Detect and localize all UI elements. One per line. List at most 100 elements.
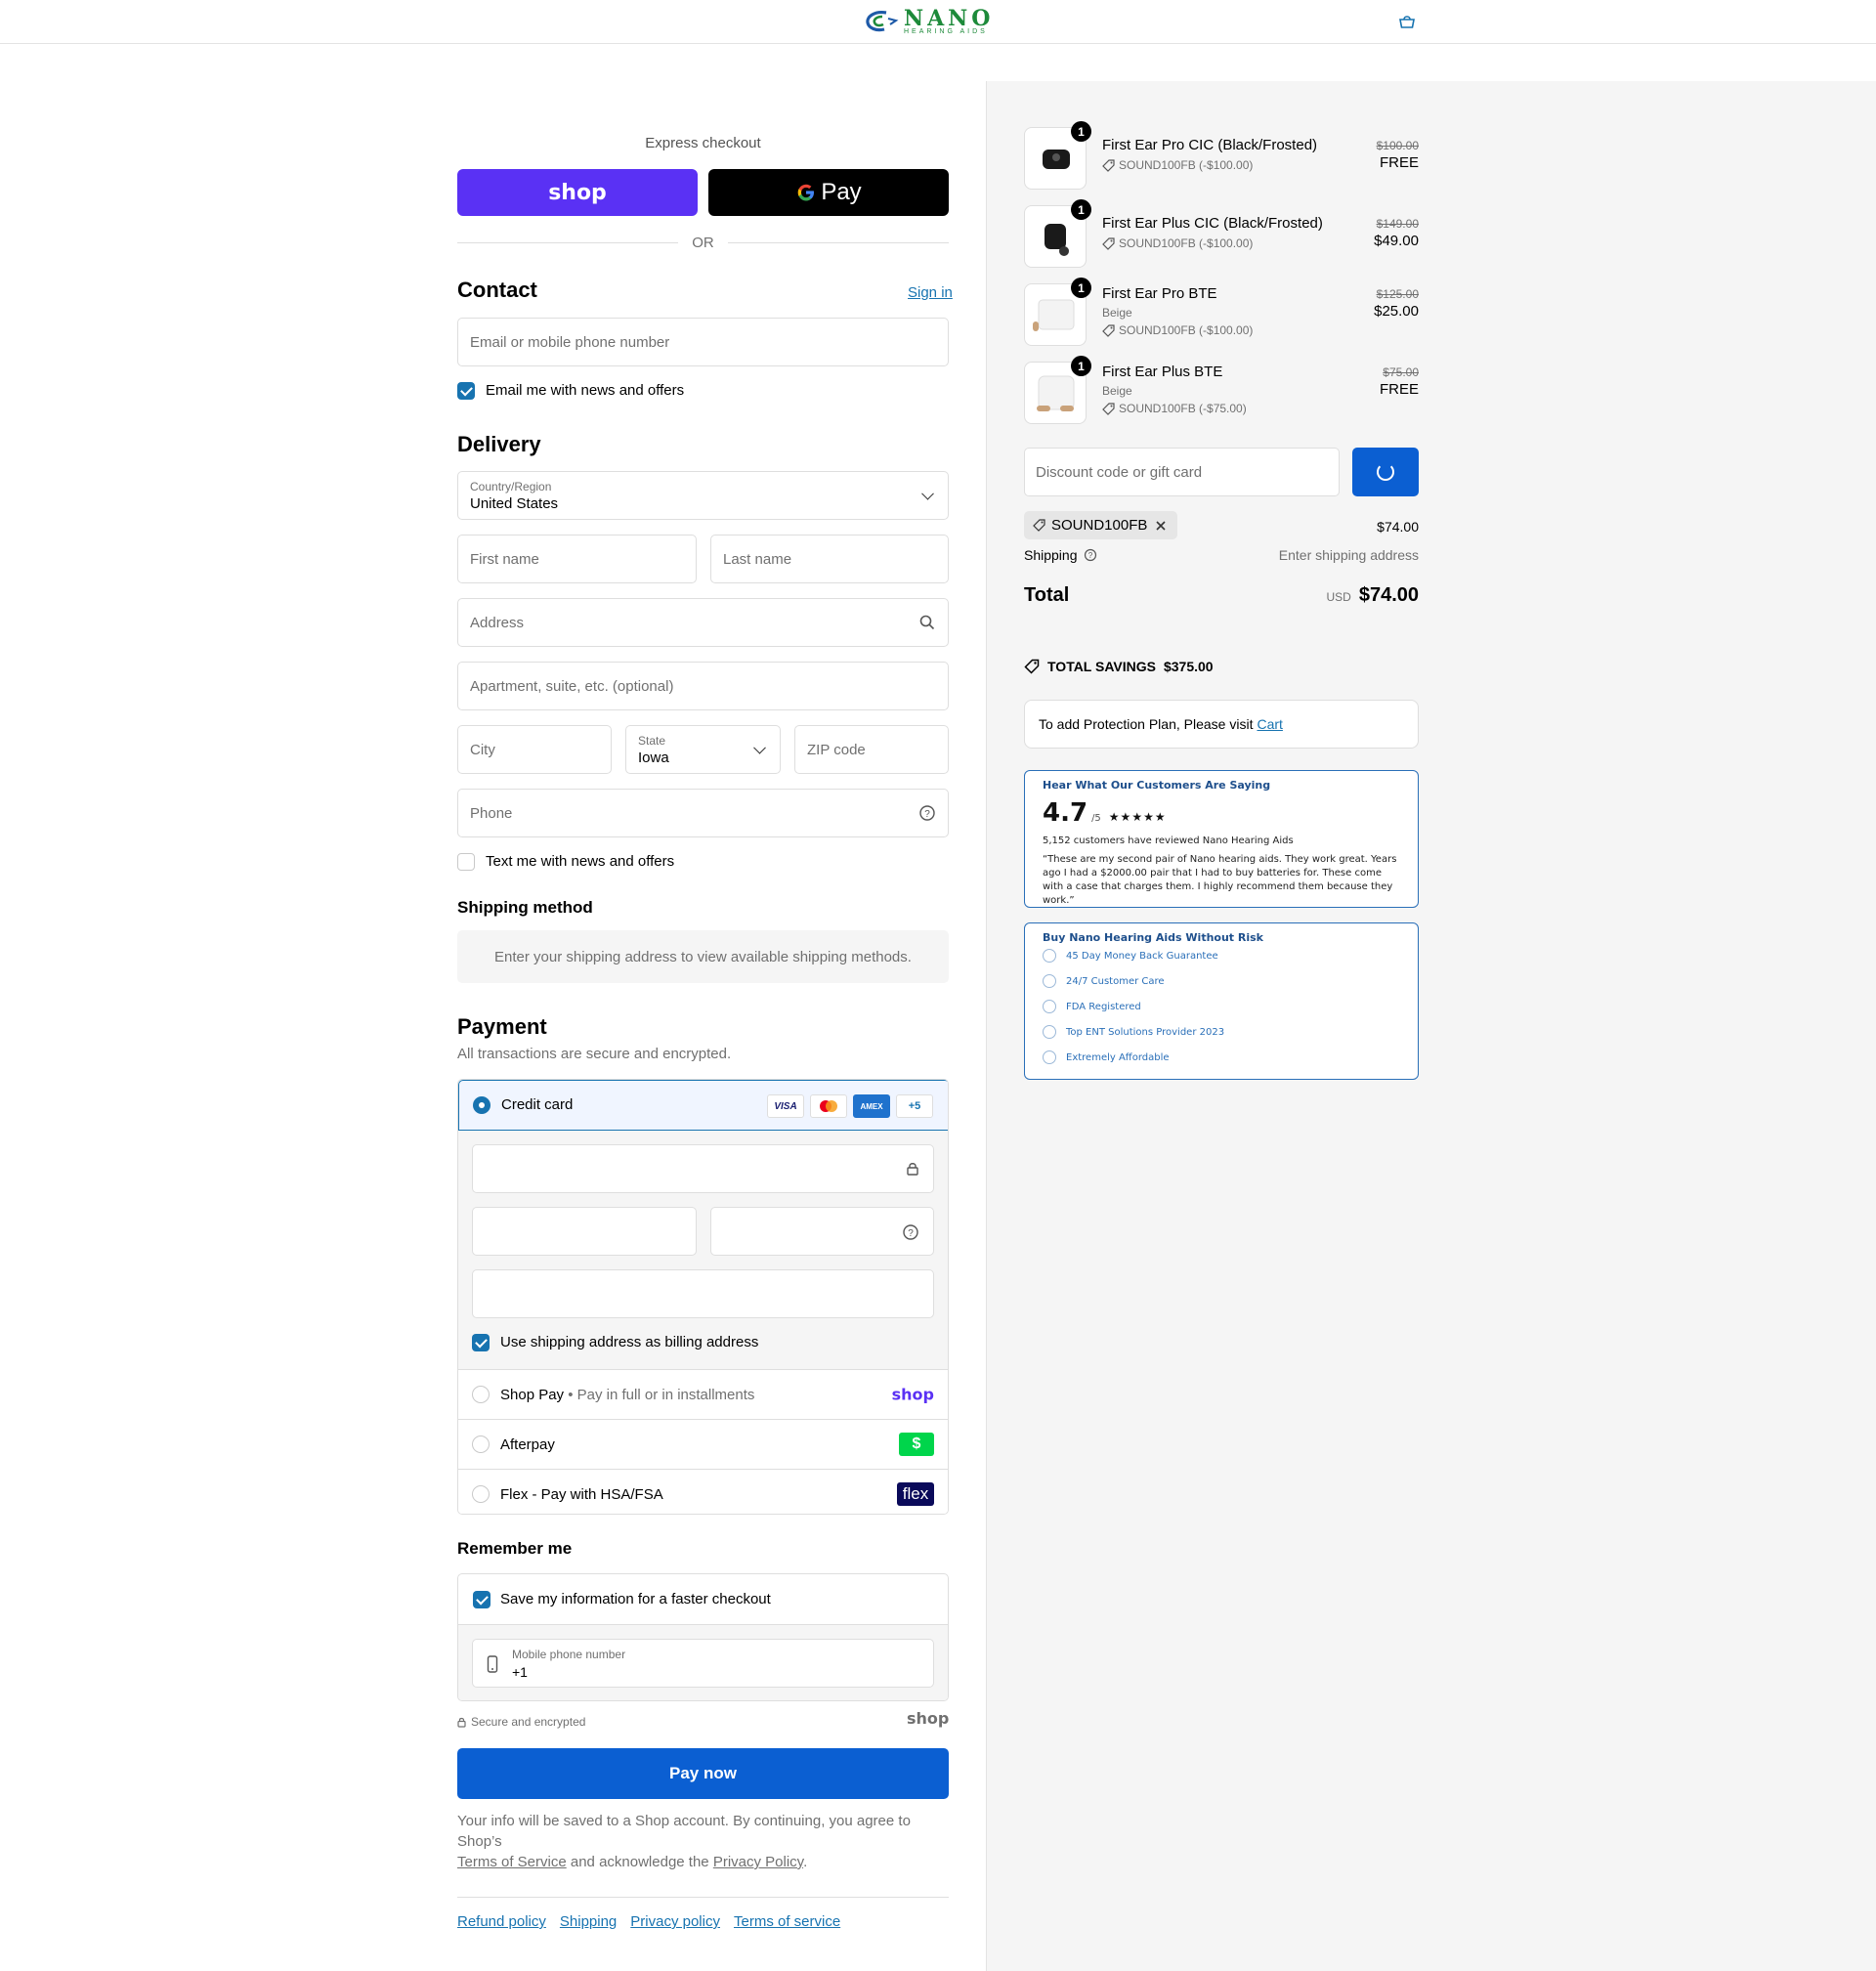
item-discount-text: SOUND100FB (-$75.00) (1119, 402, 1247, 415)
afterpay-option[interactable]: Afterpay $ (458, 1419, 948, 1469)
tag-icon (1024, 659, 1040, 674)
refund-policy-link[interactable]: Refund policy (457, 1913, 546, 1930)
risk-item: 24/7 Customer Care (1043, 974, 1165, 988)
address-field[interactable]: Address (457, 598, 949, 647)
credit-card-form: ? Use shipping address as billing addres… (458, 1131, 948, 1369)
help-circle-icon[interactable]: ? (902, 1223, 919, 1241)
google-pay-label: Pay (821, 179, 862, 205)
afterpay-radio[interactable] (472, 1435, 490, 1453)
risk-item: 45 Day Money Back Guarantee (1043, 949, 1218, 963)
billing-same-label: Use shipping address as billing address (500, 1334, 759, 1350)
zip-placeholder: ZIP code (807, 741, 866, 758)
cart-bag-icon[interactable] (1397, 13, 1417, 30)
security-code-field[interactable]: ? (710, 1207, 934, 1256)
sign-in-link[interactable]: Sign in (908, 284, 953, 301)
item-name: First Ear Pro CIC (Black/Frosted) (1102, 137, 1318, 153)
item-original-price: $149.00 (1376, 217, 1419, 231)
shop-pay-label: Shop Pay (500, 1386, 565, 1403)
risk-item-label: Top ENT Solutions Provider 2023 (1066, 1026, 1225, 1038)
more-cards-badge: +5 (896, 1094, 933, 1118)
cart-link[interactable]: Cart (1257, 716, 1282, 732)
money-back-icon (1043, 949, 1056, 963)
fda-badge-icon (1043, 1000, 1056, 1013)
flex-radio[interactable] (472, 1485, 490, 1503)
apartment-placeholder: Apartment, suite, etc. (optional) (470, 677, 674, 695)
shop-pay-button[interactable]: shop (457, 169, 698, 216)
tag-icon (1102, 236, 1115, 250)
terms-of-service-footer-link[interactable]: Terms of service (734, 1913, 840, 1930)
secure-text: Secure and encrypted (471, 1715, 586, 1729)
cash-app-logo: $ (899, 1433, 934, 1456)
apartment-field[interactable]: Apartment, suite, etc. (optional) (457, 662, 949, 710)
flex-option[interactable]: Flex - Pay with HSA/FSA flex (458, 1469, 948, 1514)
brand-logo[interactable]: NANO HEARING AIDS (863, 8, 994, 35)
shipping-label: Shipping (1024, 547, 1078, 563)
quantity-badge: 1 (1071, 356, 1091, 376)
credit-card-radio[interactable] (473, 1096, 490, 1114)
help-circle-icon[interactable]: ? (1084, 548, 1097, 562)
award-icon (1043, 1025, 1056, 1039)
expiry-field[interactable] (472, 1207, 697, 1256)
flex-label: Flex - Pay with HSA/FSA (500, 1485, 663, 1503)
savings-label: TOTAL SAVINGS (1047, 659, 1156, 674)
afterpay-label: Afterpay (500, 1435, 555, 1453)
card-brands: VISA AMEX +5 (767, 1094, 933, 1118)
payment-subtitle: All transactions are secure and encrypte… (457, 1046, 732, 1062)
discount-code-text: SOUND100FB (1051, 517, 1148, 534)
quantity-badge: 1 (1071, 278, 1091, 298)
search-icon (919, 615, 935, 630)
phone-placeholder: Phone (470, 804, 513, 822)
mobile-phone-field[interactable]: Mobile phone number +1 (472, 1639, 934, 1688)
item-discount: SOUND100FB (-$100.00) (1102, 236, 1253, 250)
review-count: 5,152 customers have reviewed Nano Heari… (1043, 836, 1294, 846)
save-info-checkbox[interactable] (473, 1591, 490, 1608)
last-name-field[interactable]: Last name (710, 535, 949, 583)
text-news-checkbox[interactable] (457, 853, 475, 871)
country-select[interactable]: Country/Region United States (457, 471, 949, 520)
secure-note: Secure and encrypted (457, 1715, 585, 1729)
google-pay-button[interactable]: Pay (708, 169, 949, 216)
protection-text: To add Protection Plan, Please visit (1039, 716, 1254, 732)
discount-placeholder: Discount code or gift card (1036, 463, 1203, 481)
email-field[interactable]: Email or mobile phone number (457, 318, 949, 366)
delivery-heading: Delivery (457, 432, 541, 456)
credit-card-option[interactable]: Credit card VISA AMEX +5 (458, 1080, 948, 1131)
country-value: United States (470, 494, 559, 512)
apply-discount-button[interactable] (1352, 448, 1419, 496)
or-divider: OR (457, 233, 949, 252)
pay-now-button[interactable]: Pay now (457, 1748, 949, 1799)
item-discount: SOUND100FB (-$75.00) (1102, 402, 1247, 415)
shop-pay-option[interactable]: Shop Pay • Pay in full or in installment… (458, 1369, 948, 1419)
cart-item: 1 First Ear Plus CIC (Black/Frosted) SOU… (1024, 199, 1419, 268)
email-news-checkbox[interactable] (457, 382, 475, 400)
discount-code-field[interactable]: Discount code or gift card (1024, 448, 1340, 496)
legal-notice: Your info will be saved to a Shop accoun… (457, 1811, 949, 1872)
name-on-card-field[interactable] (472, 1269, 934, 1318)
flex-logo: flex (897, 1482, 934, 1506)
phone-field[interactable]: Phone ? (457, 789, 949, 837)
shipping-link[interactable]: Shipping (560, 1913, 617, 1930)
close-icon[interactable] (1153, 518, 1169, 534)
city-field[interactable]: City (457, 725, 612, 774)
chevron-down-icon (753, 741, 766, 754)
first-name-field[interactable]: First name (457, 535, 697, 583)
zip-field[interactable]: ZIP code (794, 725, 949, 774)
subtotal-value: $74.00 (1377, 519, 1419, 535)
customer-care-icon (1043, 974, 1056, 988)
svg-text:?: ? (1087, 551, 1092, 560)
help-circle-icon[interactable]: ? (918, 804, 936, 822)
country-label: Country/Region (470, 479, 552, 493)
shop-pay-radio[interactable] (472, 1386, 490, 1403)
item-original-price: $125.00 (1376, 287, 1419, 301)
terms-of-service-link[interactable]: Terms of Service (457, 1854, 567, 1870)
save-info-label: Save my information for a faster checkou… (500, 1591, 771, 1607)
first-name-placeholder: First name (470, 550, 539, 568)
state-select[interactable]: State Iowa (625, 725, 781, 774)
billing-same-checkbox[interactable] (472, 1334, 490, 1351)
privacy-policy-link[interactable]: Privacy Policy (713, 1854, 803, 1870)
privacy-policy-footer-link[interactable]: Privacy policy (630, 1913, 720, 1930)
email-placeholder: Email or mobile phone number (470, 333, 670, 351)
card-number-field[interactable] (472, 1144, 934, 1193)
shipping-value: Enter shipping address (1278, 547, 1419, 563)
item-price: $25.00 (1374, 303, 1419, 320)
